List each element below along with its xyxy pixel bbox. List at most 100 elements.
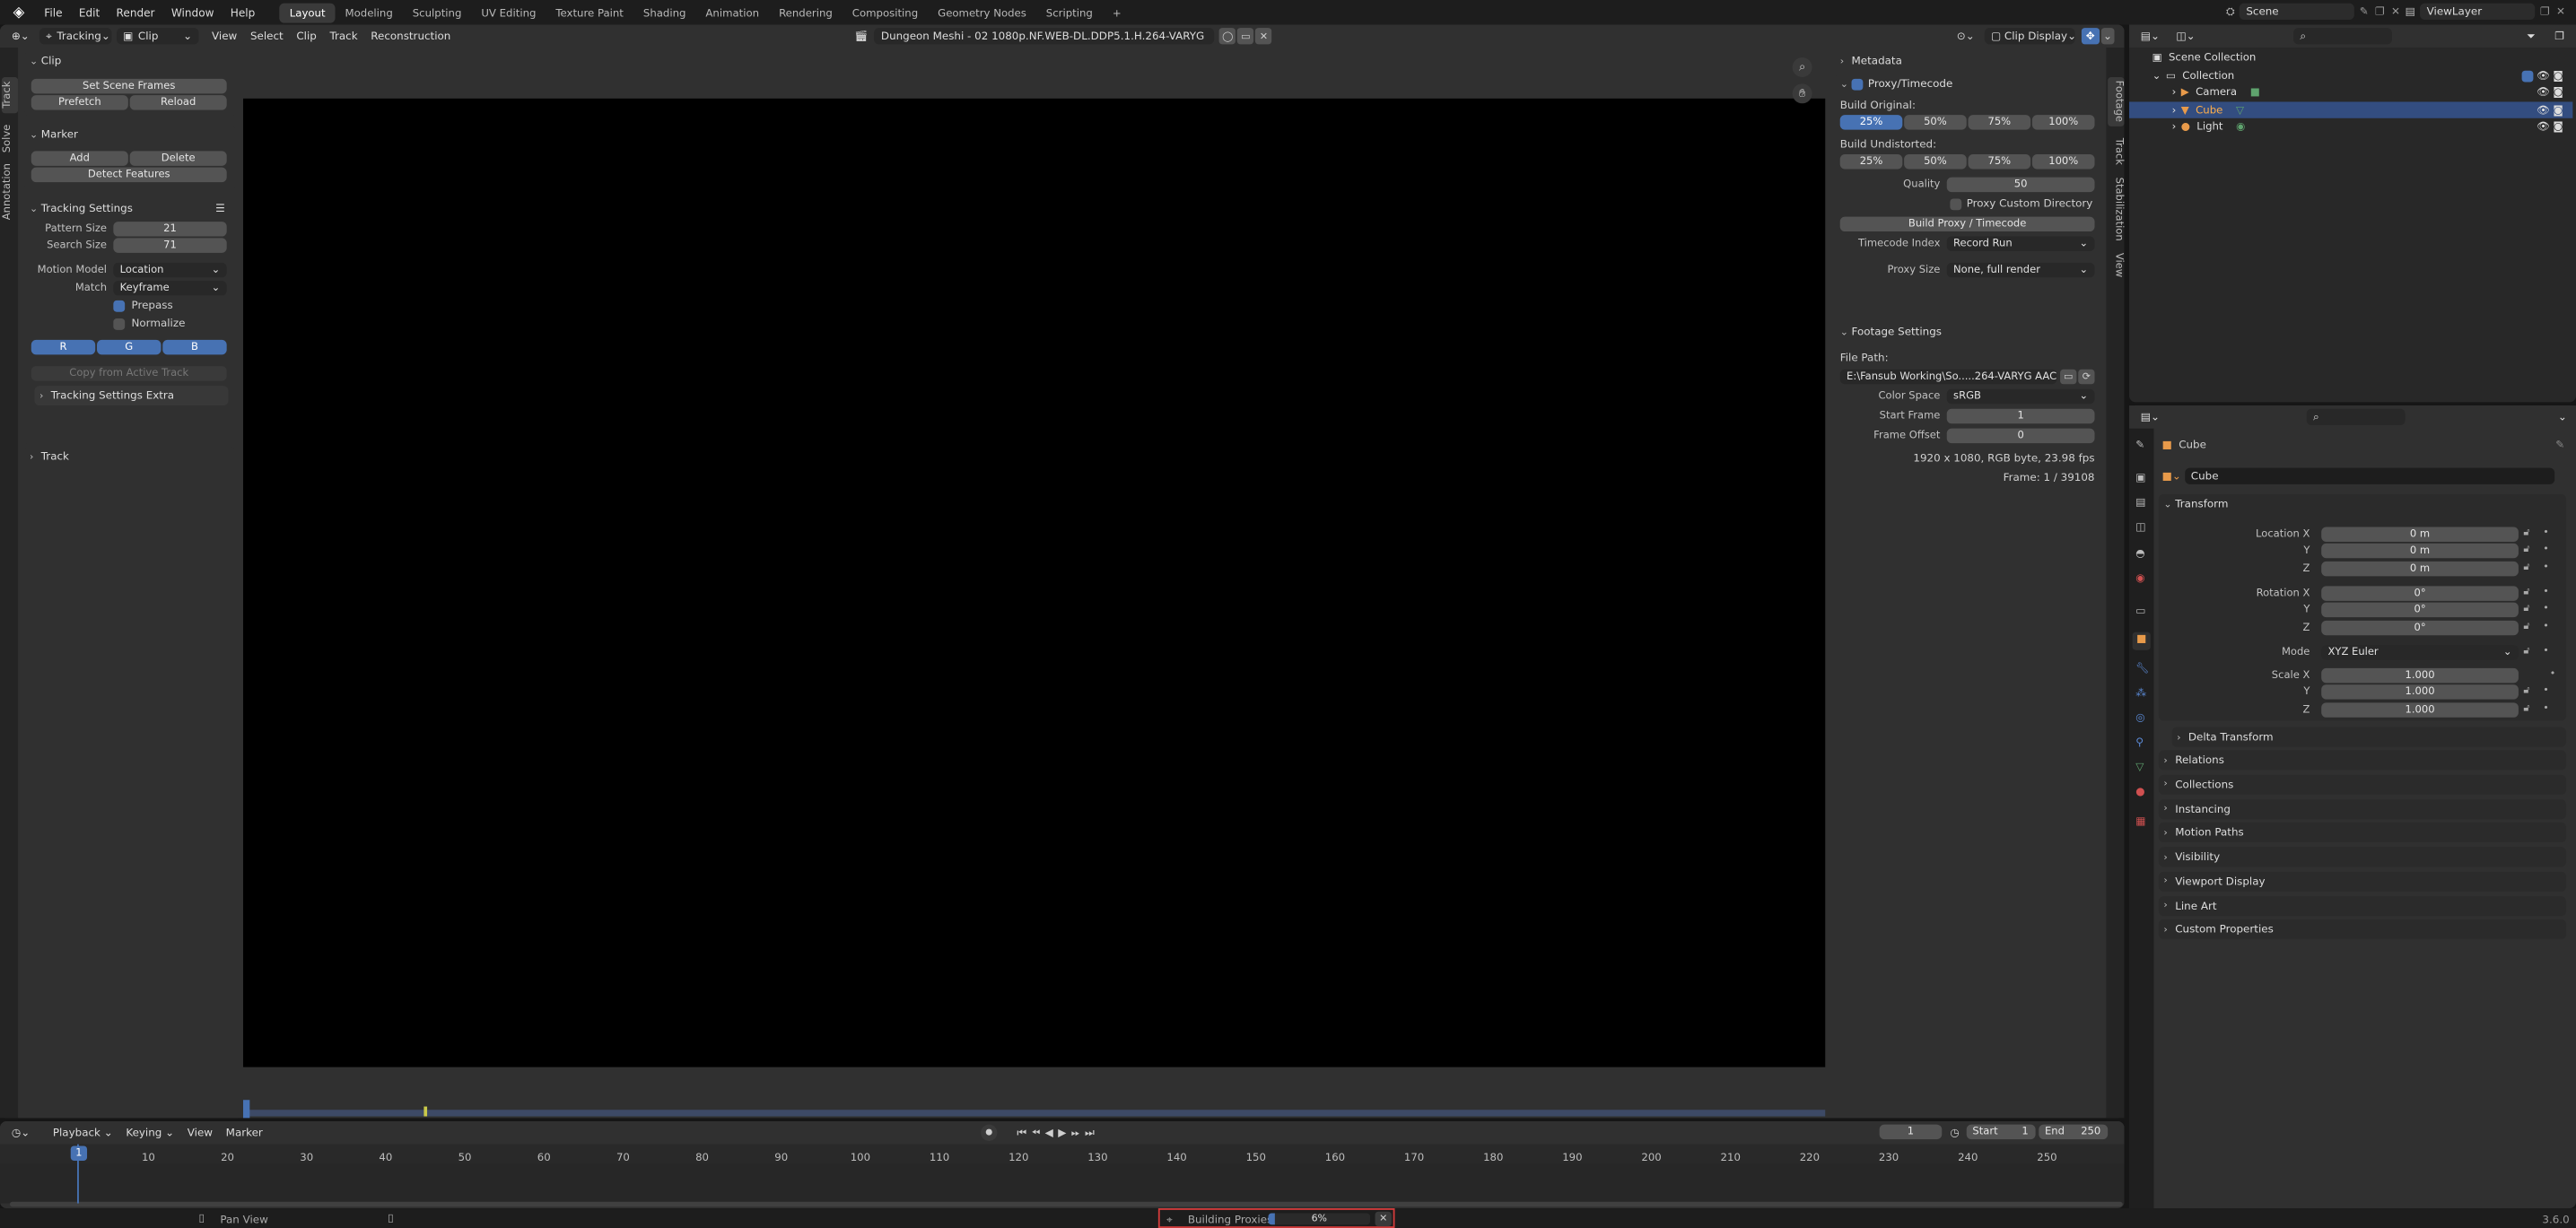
menu-playback[interactable]: Playback ⌄: [46, 1127, 119, 1140]
quality-field[interactable]: 50: [1946, 177, 2095, 193]
visibility-eye-icon[interactable]: 👁︎: [2537, 85, 2550, 99]
panel-proxy-header[interactable]: ⌄ Proxy/Timecode: [1835, 74, 2100, 93]
fake-user-icon[interactable]: ◯: [1219, 28, 1236, 45]
filter-icon[interactable]: ⏷: [2520, 30, 2542, 44]
camera-render-icon[interactable]: ◙: [2553, 69, 2563, 83]
visibility-eye-icon[interactable]: 👁︎: [2537, 120, 2550, 134]
object-tab-icon[interactable]: ■: [2132, 631, 2151, 650]
particles-tab-icon[interactable]: ⁂: [2135, 686, 2146, 700]
mode-dropdown[interactable]: ⌖ Tracking ⌄: [39, 28, 112, 45]
lock-icon[interactable]: 🔓︎: [2523, 544, 2529, 555]
keyframe-dot-icon[interactable]: •: [2543, 702, 2548, 714]
copy-icon[interactable]: ❐: [2540, 4, 2550, 18]
clip-viewer[interactable]: [242, 98, 1826, 1067]
color-space-dropdown[interactable]: sRGB ⌄: [1946, 388, 2095, 405]
display-mode-icon[interactable]: ◫⌄: [2170, 30, 2202, 43]
viewlayer-icon[interactable]: ▤: [2406, 4, 2415, 18]
texture-tab-icon[interactable]: ▦: [2135, 814, 2145, 828]
menu-select[interactable]: Select: [244, 30, 290, 43]
set-scene-frames-button[interactable]: Set Scene Frames: [31, 78, 227, 94]
constraints-tab-icon[interactable]: ⚲: [2135, 736, 2144, 749]
end-frame-range-field[interactable]: End 250: [2038, 1124, 2108, 1140]
tab-track-sidebar[interactable]: Track: [2108, 133, 2125, 169]
lock-icon[interactable]: 🔓︎: [2523, 702, 2529, 714]
folder-icon[interactable]: ▭: [2060, 369, 2077, 385]
modifier-tab-icon[interactable]: 🔧︎: [2135, 662, 2149, 675]
panel-motion-paths[interactable]: › Motion Paths: [2158, 823, 2567, 843]
rotation-x-field[interactable]: 0°: [2321, 586, 2519, 601]
menu-file[interactable]: File: [36, 5, 71, 19]
camera-render-icon[interactable]: ◙: [2553, 103, 2563, 117]
lock-icon[interactable]: 🔓︎: [2523, 603, 2529, 614]
close-icon[interactable]: ✕: [2391, 4, 2400, 18]
lock-icon[interactable]: 🔓︎: [2523, 621, 2529, 632]
camera-render-icon[interactable]: ◙: [2553, 85, 2563, 99]
timeline-ruler[interactable]: 10 20 30 40 50 60 70 80 90 100 110 120 130 140 150 160 1…: [0, 1144, 2125, 1164]
menu-render[interactable]: Render: [108, 5, 162, 19]
scale-x-field[interactable]: 1.000: [2321, 667, 2519, 684]
material-tab-icon[interactable]: ●: [2135, 785, 2144, 798]
menu-reconstruction[interactable]: Reconstruction: [364, 30, 458, 43]
properties-search-field[interactable]: ⌕: [2306, 408, 2406, 426]
location-x-field[interactable]: 0 m: [2321, 527, 2519, 542]
outliner-editor-type-icon[interactable]: ▤⌄: [2134, 30, 2166, 43]
keyframe-dot-icon[interactable]: •: [2543, 645, 2548, 657]
physics-tab-icon[interactable]: ◎: [2135, 710, 2144, 724]
gizmo-options-icon[interactable]: ⌄: [2100, 28, 2115, 45]
start-frame-range-field[interactable]: Start 1: [1966, 1124, 2036, 1140]
normalize-checkbox[interactable]: Normalize: [113, 317, 185, 330]
build-original-75-toggle[interactable]: 75%: [1968, 115, 2031, 130]
file-path-field[interactable]: E:\Fansub Working\So.....264-VARYG AAC.m…: [1839, 369, 2057, 385]
panel-instancing[interactable]: › Instancing: [2158, 798, 2567, 819]
match-dropdown[interactable]: Keyframe ⌄: [113, 280, 227, 296]
rotation-mode-dropdown[interactable]: XYZ Euler ⌄: [2321, 645, 2519, 660]
clip-name-field[interactable]: Dungeon Meshi - 02 1080p.NF.WEB-DL.DDP5.…: [874, 28, 1215, 45]
timecode-index-dropdown[interactable]: Record Run ⌄: [1946, 236, 2095, 252]
tool-tab-icon[interactable]: ✎: [2135, 439, 2144, 452]
timeline-scrollbar[interactable]: [9, 1201, 2123, 1207]
workspace-tab-geometry-nodes[interactable]: Geometry Nodes: [928, 3, 1036, 22]
panel-custom-properties[interactable]: › Custom Properties: [2158, 919, 2567, 940]
panel-clip-header[interactable]: ⌄ Clip: [24, 51, 234, 71]
build-undistorted-25-toggle[interactable]: 25%: [1839, 154, 1903, 170]
prepass-checkbox[interactable]: Prepass: [113, 299, 173, 312]
object-icon[interactable]: ■⌄: [2162, 469, 2181, 483]
tab-footage[interactable]: Footage: [2108, 77, 2125, 126]
workspace-tab-scripting[interactable]: Scripting: [1036, 3, 1103, 22]
menu-window[interactable]: Window: [163, 5, 223, 19]
workspace-tab-layout[interactable]: Layout: [279, 2, 336, 22]
blender-logo-icon[interactable]: ◈: [4, 4, 32, 21]
workspace-tab-uv-editing[interactable]: UV Editing: [471, 3, 546, 22]
tracking-settings-extra-subpanel[interactable]: › Tracking Settings Extra: [34, 386, 229, 406]
proxy-enable-checkbox[interactable]: [1851, 77, 1864, 90]
collection-tab-icon[interactable]: ▭: [2135, 605, 2145, 618]
proxy-size-dropdown[interactable]: None, full render ⌄: [1946, 262, 2095, 278]
build-undistorted-50-toggle[interactable]: 50%: [1904, 154, 1967, 170]
timeline-editor-type-icon[interactable]: ◷⌄: [4, 1127, 36, 1140]
lock-icon[interactable]: 🔓︎: [2523, 586, 2529, 597]
pin-icon[interactable]: ✎: [2360, 4, 2369, 18]
copy-from-active-track-button[interactable]: Copy from Active Track: [31, 366, 227, 381]
scale-y-field[interactable]: 1.000: [2321, 684, 2519, 700]
scene-name-field[interactable]: Scene: [2240, 3, 2355, 20]
channel-b-toggle[interactable]: B: [162, 339, 227, 355]
menu-marker[interactable]: Marker: [219, 1127, 269, 1140]
workspace-tab-compositing[interactable]: Compositing: [843, 3, 928, 22]
play-reverse-icon[interactable]: ◀: [1045, 1127, 1053, 1140]
pan-hand-icon[interactable]: ✋︎: [1792, 83, 1812, 104]
outliner-row-light[interactable]: › ● Light ◉ 👁︎ ◙: [2129, 118, 2572, 135]
pin-icon[interactable]: ✎: [2555, 439, 2564, 452]
delete-marker-button[interactable]: Delete: [129, 151, 227, 166]
panel-visibility[interactable]: › Visibility: [2158, 847, 2567, 867]
movie-clip-icon[interactable]: 🎬︎: [854, 30, 868, 43]
reload-button[interactable]: Reload: [129, 95, 227, 110]
current-frame-field[interactable]: 1: [1879, 1124, 1943, 1140]
copy-icon[interactable]: ❐: [2375, 4, 2385, 18]
keyframe-dot-icon[interactable]: •: [2550, 668, 2555, 680]
panel-relations[interactable]: › Relations: [2158, 750, 2567, 771]
build-undistorted-100-toggle[interactable]: 100%: [2031, 154, 2095, 170]
motion-model-dropdown[interactable]: Location ⌄: [113, 262, 227, 278]
scale-z-field[interactable]: 1.000: [2321, 702, 2519, 718]
keyframe-dot-icon[interactable]: •: [2543, 621, 2548, 632]
tab-track[interactable]: Track: [1, 77, 19, 114]
